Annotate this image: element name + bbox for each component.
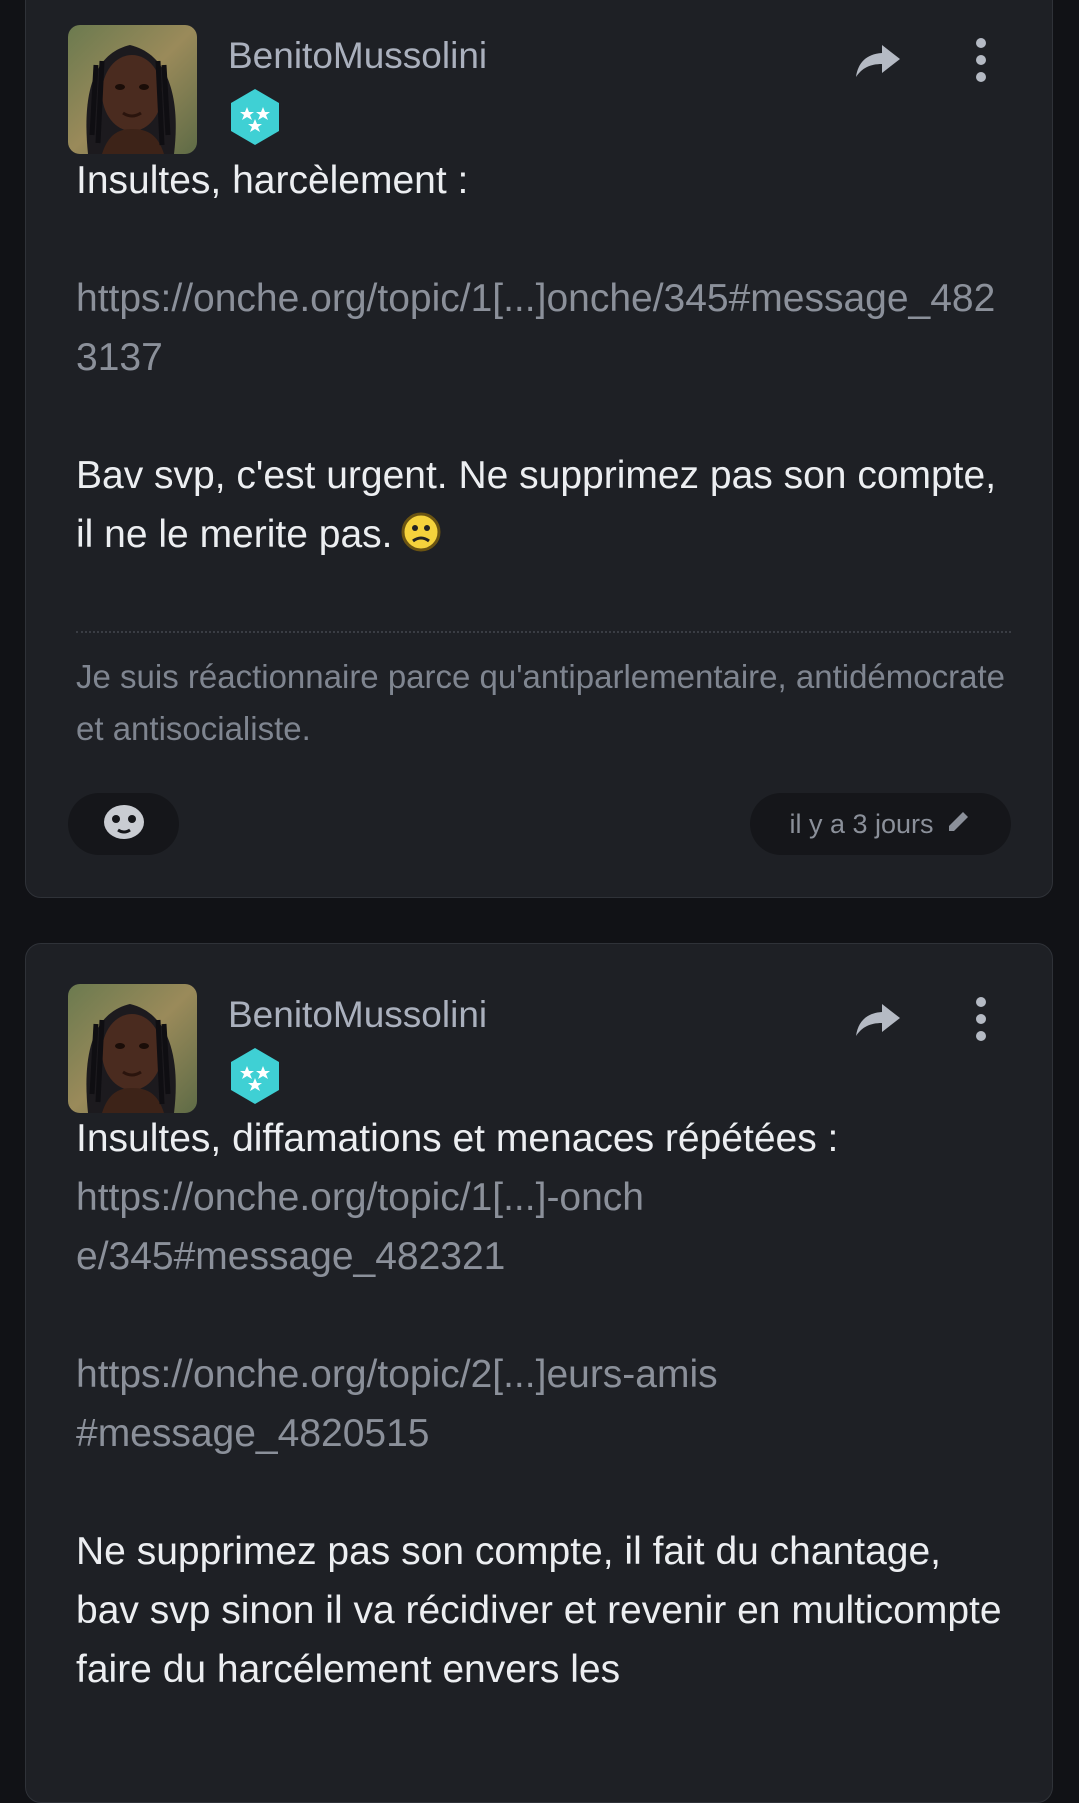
post-message: Bav svp, c'est urgent. Ne supprimez pas …: [76, 446, 1011, 570]
timestamp: il y a 3 jours: [789, 808, 934, 839]
more-vertical-icon[interactable]: [973, 37, 989, 83]
emoji-reaction-button[interactable]: [68, 793, 179, 855]
post-title-line: Insultes, harcèlement :: [76, 159, 469, 202]
post-title-line: Insultes, diffamations et menaces répété…: [76, 1117, 839, 1160]
share-icon[interactable]: [854, 1000, 904, 1040]
post-link[interactable]: https://onche.org/topic/1[...]-onche/345…: [76, 1168, 676, 1286]
post-body: Insultes, harcèlement : https://onche.or…: [76, 151, 1011, 570]
post-message: Ne supprimez pas son compte, il fait du …: [76, 1530, 1002, 1691]
share-icon[interactable]: [854, 41, 904, 81]
post-card: BenitoMussolini Insultes, diffamations e…: [25, 943, 1053, 1803]
emoji-reaction-icon: [102, 803, 146, 845]
username[interactable]: BenitoMussolini: [228, 35, 487, 77]
worried-smiley-icon: [400, 511, 442, 570]
edit-pencil-icon[interactable]: [946, 808, 972, 841]
more-vertical-icon[interactable]: [973, 996, 989, 1042]
post-link[interactable]: https://onche.org/topic/2[...]eurs-amis#…: [76, 1345, 736, 1463]
post-link[interactable]: https://onche.org/topic/1[...]onche/345#…: [76, 269, 1011, 387]
rank-badge-icon: [227, 1046, 283, 1106]
post-card: BenitoMussolini Insultes, harcèlement :: [25, 0, 1053, 898]
avatar[interactable]: [68, 984, 197, 1113]
post-body: Insultes, diffamations et menaces répété…: [76, 1109, 1011, 1699]
timestamp-pill[interactable]: il y a 3 jours: [750, 793, 1011, 855]
signature: Je suis réactionnaire parce qu'antiparle…: [76, 658, 1005, 747]
rank-badge-icon: [227, 87, 283, 147]
avatar[interactable]: [68, 25, 197, 154]
username[interactable]: BenitoMussolini: [228, 994, 487, 1036]
signature-divider: [76, 631, 1011, 633]
